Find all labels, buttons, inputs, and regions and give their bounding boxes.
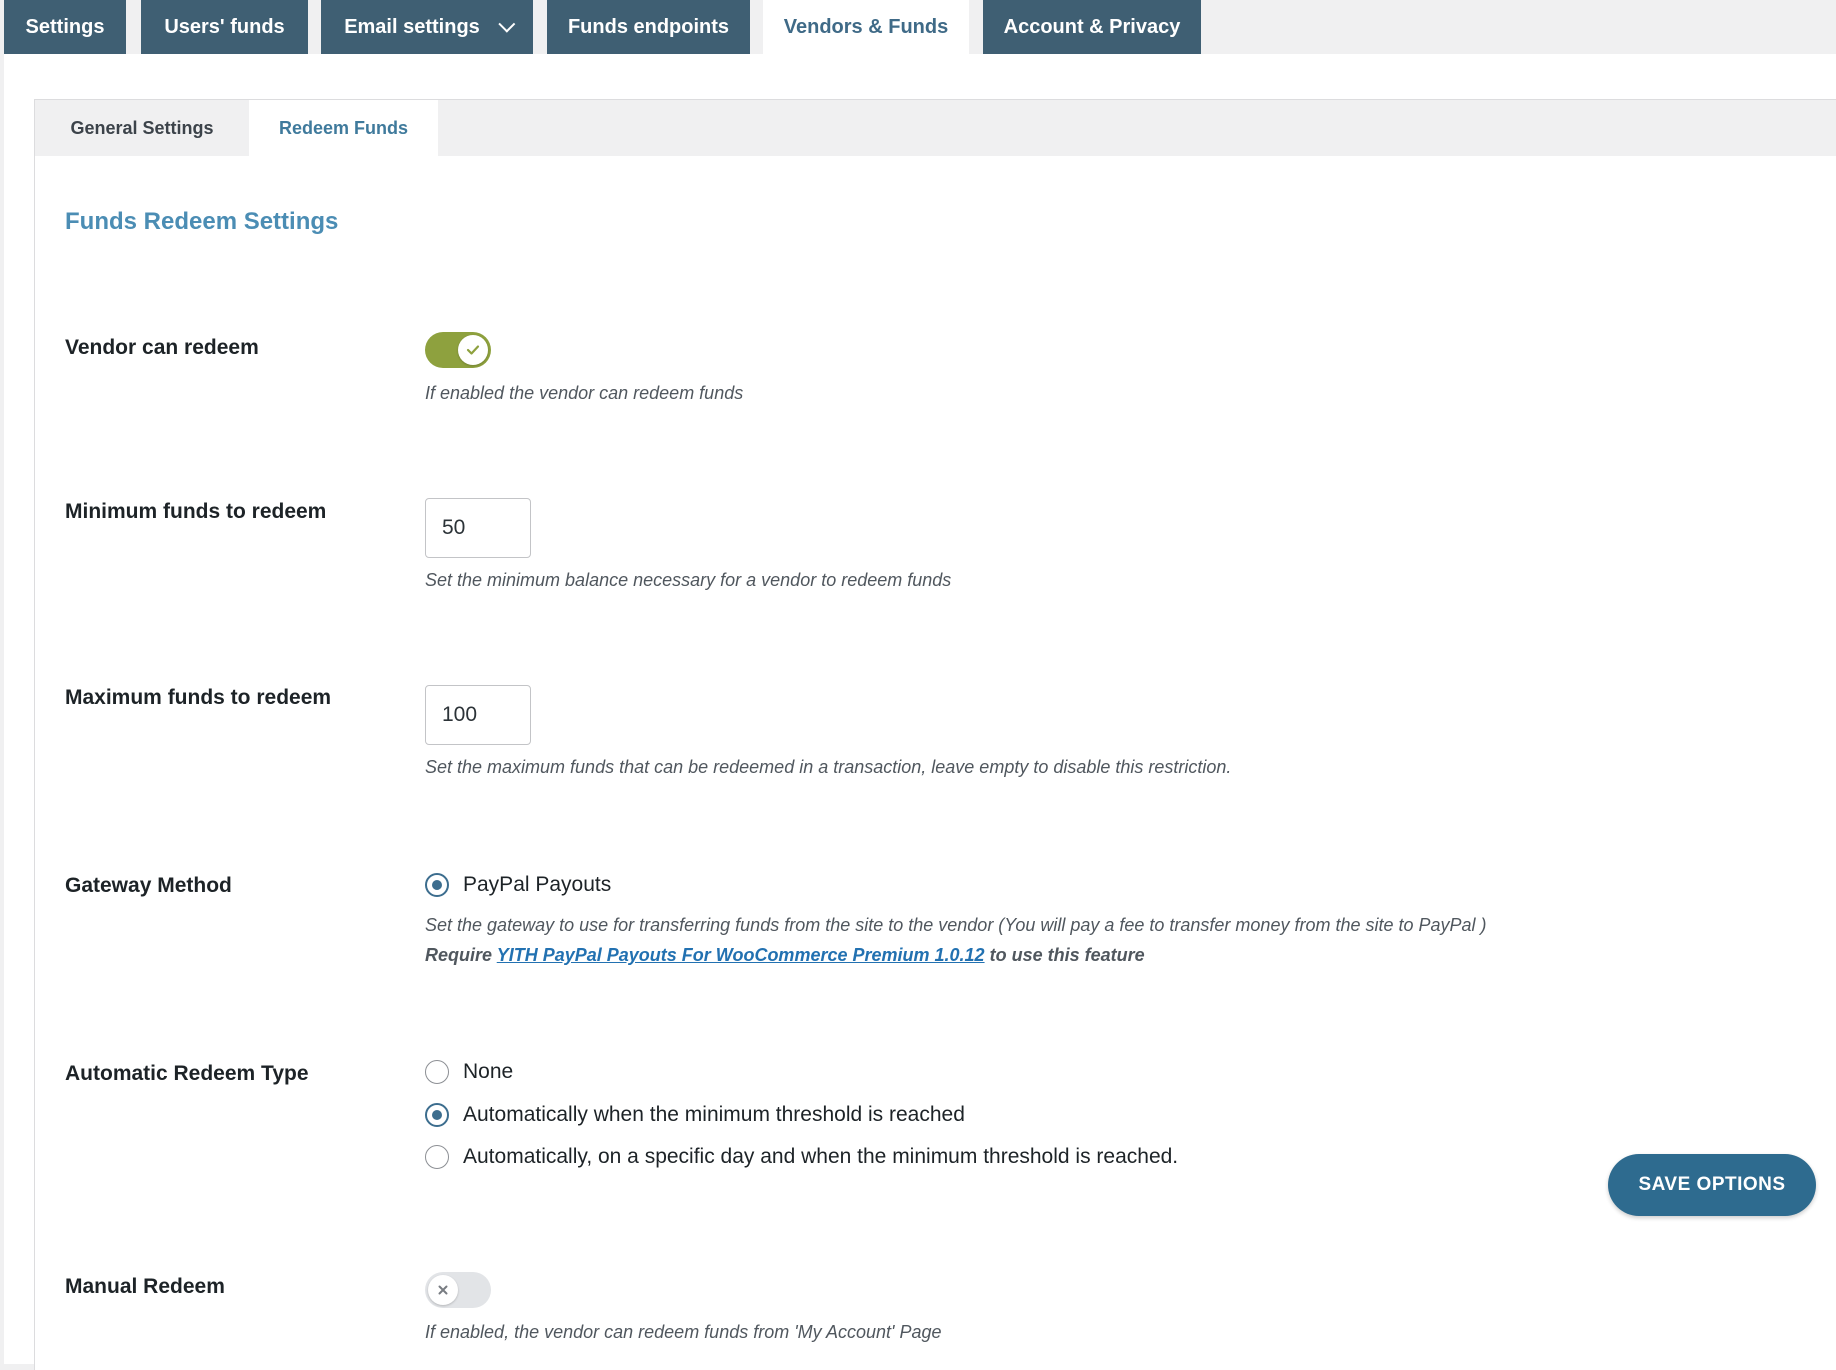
- radio-label: Automatically, on a specific day and whe…: [463, 1145, 1179, 1168]
- close-icon: [428, 1275, 458, 1305]
- gateway-option-paypal-payouts[interactable]: PayPal Payouts: [425, 873, 611, 897]
- tab-users-funds[interactable]: Users' funds: [141, 0, 308, 54]
- tab-label: Email settings: [344, 15, 480, 38]
- automatic-redeem-type-label: Automatic Redeem Type: [65, 1062, 309, 1085]
- auto-redeem-option-specific-day[interactable]: Automatically, on a specific day and whe…: [425, 1145, 1178, 1169]
- radio-button[interactable]: [425, 873, 449, 897]
- requirement-prefix: Require: [425, 945, 493, 965]
- subtab-redeem-funds[interactable]: Redeem Funds: [249, 100, 438, 156]
- save-options-button[interactable]: SAVE OPTIONS: [1608, 1154, 1816, 1216]
- tab-settings[interactable]: Settings: [4, 0, 126, 54]
- tab-label: Settings: [25, 15, 105, 38]
- tab-account-privacy[interactable]: Account & Privacy: [983, 0, 1201, 54]
- tab-email-settings[interactable]: Email settings: [321, 0, 533, 54]
- manual-redeem-toggle[interactable]: [425, 1272, 491, 1308]
- tab-label: Funds endpoints: [567, 15, 730, 38]
- chevron-down-icon: [498, 15, 516, 33]
- gateway-requirement: Require YITH PayPal Payouts For WooComme…: [425, 945, 1145, 966]
- radio-label: Automatically when the minimum threshold…: [463, 1103, 965, 1126]
- tab-label: Users' funds: [164, 15, 285, 38]
- tab-label: Vendors & Funds: [783, 15, 949, 38]
- radio-button[interactable]: [425, 1103, 449, 1127]
- tab-vendors-funds[interactable]: Vendors & Funds: [763, 0, 969, 54]
- maximum-funds-description: Set the maximum funds that can be redeem…: [425, 757, 1232, 777]
- manual-redeem-label: Manual Redeem: [65, 1275, 225, 1298]
- gateway-method-description: Set the gateway to use for transferring …: [425, 915, 1487, 935]
- radio-label: PayPal Payouts: [463, 873, 612, 896]
- check-icon: [458, 335, 488, 365]
- radio-label: None: [463, 1060, 514, 1083]
- subtab-label: Redeem Funds: [278, 117, 409, 138]
- auto-redeem-option-none[interactable]: None: [425, 1060, 513, 1084]
- manual-redeem-description: If enabled, the vendor can redeem funds …: [425, 1322, 942, 1342]
- paypal-payouts-plugin-link[interactable]: YITH PayPal Payouts For WooCommerce Prem…: [497, 945, 985, 965]
- sub-tab-bar: General Settings Redeem Funds: [35, 100, 1836, 156]
- radio-button[interactable]: [425, 1060, 449, 1084]
- radio-button[interactable]: [425, 1145, 449, 1169]
- vendor-can-redeem-label: Vendor can redeem: [65, 336, 259, 359]
- settings-panel: General Settings Redeem Funds Funds Rede…: [34, 99, 1836, 1370]
- minimum-funds-description: Set the minimum balance necessary for a …: [425, 570, 952, 590]
- subtab-label: General Settings: [70, 117, 214, 138]
- section-title: Funds Redeem Settings: [65, 208, 339, 235]
- gateway-method-label: Gateway Method: [65, 874, 232, 897]
- minimum-funds-input[interactable]: [425, 498, 531, 558]
- tab-label: Account & Privacy: [1003, 15, 1181, 38]
- minimum-funds-label: Minimum funds to redeem: [65, 500, 327, 523]
- main-panel: General Settings Redeem Funds Funds Rede…: [4, 54, 1836, 1370]
- auto-redeem-option-threshold[interactable]: Automatically when the minimum threshold…: [425, 1103, 965, 1127]
- vendor-can-redeem-toggle[interactable]: [425, 332, 491, 368]
- requirement-suffix: to use this feature: [989, 945, 1145, 965]
- maximum-funds-label: Maximum funds to redeem: [65, 686, 332, 709]
- top-tab-bar: Settings Users' funds Email settings Fun…: [0, 0, 1836, 54]
- vendor-can-redeem-description: If enabled the vendor can redeem funds: [425, 383, 744, 403]
- subtab-general-settings[interactable]: General Settings: [35, 100, 249, 156]
- maximum-funds-input[interactable]: [425, 685, 531, 745]
- tab-funds-endpoints[interactable]: Funds endpoints: [547, 0, 750, 54]
